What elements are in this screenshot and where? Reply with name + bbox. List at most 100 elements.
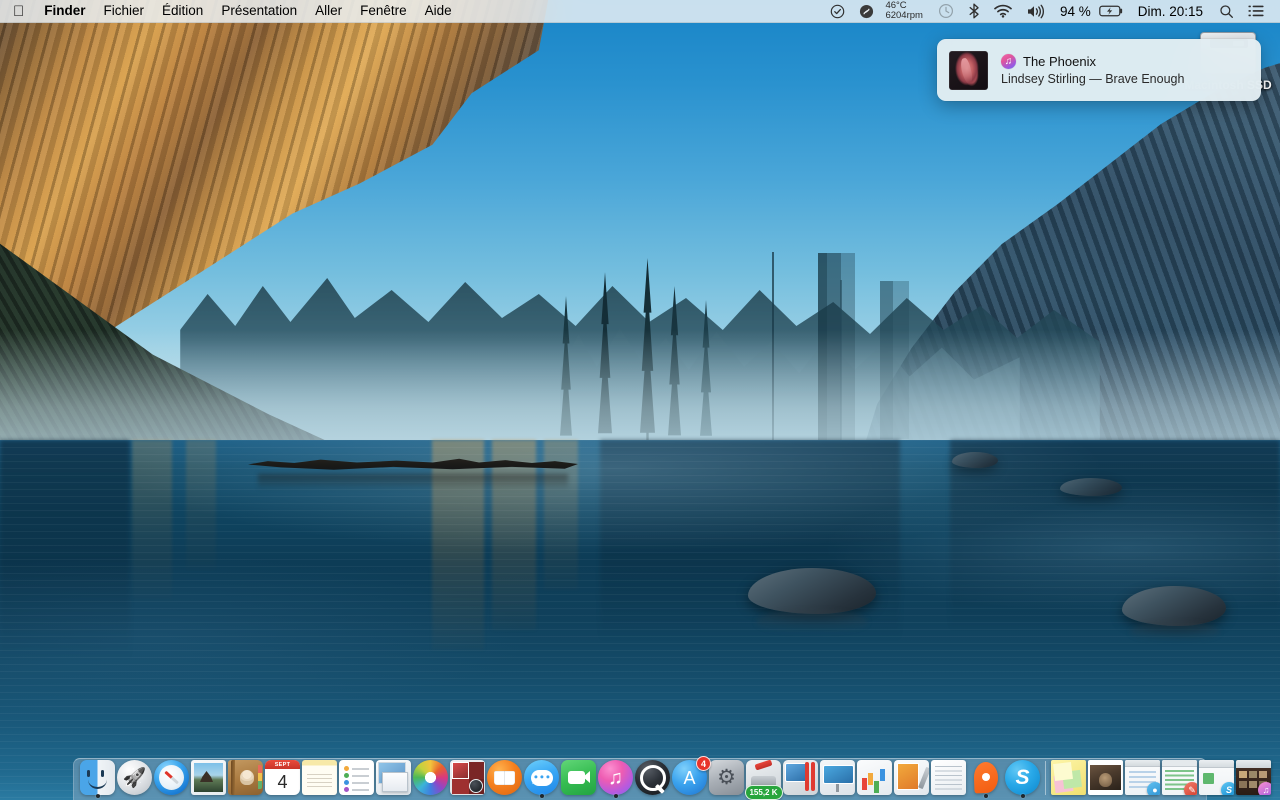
messages-dots-glyph: [539, 775, 544, 779]
checkmark-circle-icon[interactable]: [823, 0, 852, 22]
running-indicator: [1020, 794, 1025, 798]
wallpaper-rock: [952, 452, 998, 468]
dock-item-skype[interactable]: S: [1004, 758, 1041, 799]
numbers-icon: [857, 760, 892, 795]
notification-center-icon[interactable]: [1241, 0, 1271, 22]
browser-window-thumbnail: ♫: [1236, 760, 1271, 795]
dock-item-ibooks[interactable]: [486, 758, 523, 799]
menu-bar-app-menus:  Finder Fichier Édition Présentation Al…: [0, 0, 461, 22]
mail-icon: [376, 760, 411, 795]
dock-minimized-list[interactable]: ✎: [1161, 758, 1198, 799]
itunes-icon: ♫: [598, 760, 633, 795]
dock-item-notes[interactable]: [301, 758, 338, 799]
ibooks-icon: [487, 760, 522, 795]
reminders-icon: [339, 760, 374, 795]
menu-bar:  Finder Fichier Édition Présentation Al…: [0, 0, 1280, 23]
calendar-month: SEPT: [265, 760, 300, 769]
dock-item-contacts[interactable]: [227, 758, 264, 799]
wallpaper-rock: [1122, 586, 1226, 626]
dock-minimized-stickies[interactable]: [1050, 758, 1087, 799]
dock-item-app-store[interactable]: A 4: [671, 756, 711, 799]
running-indicator: [95, 794, 100, 798]
shazam-icon[interactable]: [852, 0, 881, 22]
dock-minimized-web[interactable]: S: [1198, 758, 1235, 799]
facetime-icon: [561, 760, 596, 795]
running-indicator: [613, 794, 618, 798]
preview-icon: [191, 760, 226, 795]
dock-minimized-photo[interactable]: [1087, 758, 1124, 799]
launchpad-icon: [117, 760, 152, 795]
pages-icon: [894, 760, 929, 795]
dock-item-reminders[interactable]: [338, 758, 375, 799]
photo-window-thumbnail: [1088, 760, 1123, 795]
safari-icon: [154, 760, 189, 795]
menu-bar-clock[interactable]: Dim. 20:15: [1131, 4, 1212, 19]
dock-item-numbers[interactable]: [856, 758, 893, 799]
dock-item-cleanmymac[interactable]: 155,2 K: [744, 758, 783, 800]
wallpaper-rock-reflection: [756, 610, 868, 634]
dock-item-finder[interactable]: [79, 758, 116, 799]
menu-bar-status-items: 46°C 6204rpm 94 % Dim. 20:15: [823, 0, 1280, 22]
dock-item-pages[interactable]: [893, 758, 930, 799]
menu-item-aller[interactable]: Aller: [306, 0, 351, 22]
list-window-thumbnail: ✎: [1162, 760, 1197, 795]
volume-icon[interactable]: [1019, 0, 1053, 22]
dock-item-safari[interactable]: [153, 758, 190, 799]
dock-item-parallels[interactable]: [782, 758, 819, 799]
notebook-icon: [931, 760, 966, 795]
time-machine-icon[interactable]: [931, 0, 961, 22]
spotlight-search-icon[interactable]: [1212, 0, 1241, 22]
dock-item-mail[interactable]: [375, 758, 412, 799]
skype-icon: S: [1005, 760, 1040, 795]
dock-item-iphoto[interactable]: [449, 758, 486, 799]
app-store-update-badge: 4: [696, 756, 711, 771]
dock-minimized-document[interactable]: ●: [1124, 758, 1161, 799]
dock-item-calendar[interactable]: SEPT 4: [264, 758, 301, 799]
dock-minimized-browser[interactable]: ♫: [1235, 758, 1272, 799]
dock-item-preview[interactable]: [190, 758, 227, 799]
dock-item-facetime[interactable]: [560, 758, 597, 799]
bluetooth-icon[interactable]: [961, 0, 987, 22]
skype-badge-icon: S: [1221, 782, 1234, 795]
dock-item-itunes[interactable]: ♫: [597, 758, 634, 799]
desktop-wallpaper[interactable]: [0, 0, 1280, 800]
apple-logo-icon[interactable]: : [0, 0, 35, 22]
menu-item-fenetre[interactable]: Fenêtre: [351, 0, 416, 22]
dock-item-system-preferences[interactable]: ⚙: [708, 758, 745, 799]
fan-speed: 6204rpm: [885, 10, 923, 21]
battery-charging-icon[interactable]: [1098, 0, 1131, 22]
temperature-fan-monitor[interactable]: 46°C 6204rpm: [881, 0, 931, 22]
menu-item-edition[interactable]: Édition: [153, 0, 212, 22]
wifi-icon[interactable]: [987, 0, 1019, 22]
dock-item-launchpad[interactable]: [116, 758, 153, 799]
dock-item-notebook[interactable]: [930, 758, 967, 799]
dock-item-quicktime[interactable]: [634, 758, 671, 799]
messages-icon: [524, 760, 559, 795]
iphoto-icon: [450, 760, 485, 795]
notification-content: ♫ The Phoenix Lindsey Stirling — Brave E…: [1001, 54, 1184, 86]
stickies-window-thumbnail: [1051, 760, 1086, 795]
dock-item-origin[interactable]: [967, 758, 1004, 799]
itunes-icon: ♫: [1001, 54, 1016, 69]
dock-item-messages[interactable]: [523, 758, 560, 799]
running-indicator: [983, 794, 988, 798]
dock-item-photos[interactable]: [412, 758, 449, 799]
dock-divider: [1045, 761, 1046, 795]
cleanmymac-size-badge: 155,2 K: [744, 785, 783, 800]
menu-item-presentation[interactable]: Présentation: [212, 0, 306, 22]
photos-icon: [413, 760, 448, 795]
menu-item-fichier[interactable]: Fichier: [95, 0, 154, 22]
app-badge-icon: ●: [1147, 782, 1160, 795]
notification-banner[interactable]: ♫ The Phoenix Lindsey Stirling — Brave E…: [937, 39, 1261, 101]
keynote-icon: [820, 760, 855, 795]
system-preferences-icon: ⚙: [709, 760, 744, 795]
parallels-icon: [783, 760, 818, 795]
menu-item-aide[interactable]: Aide: [416, 0, 461, 22]
dock-item-keynote[interactable]: [819, 758, 856, 799]
contacts-avatar-glyph: [240, 770, 254, 785]
battery-percentage[interactable]: 94 %: [1053, 0, 1098, 22]
menu-item-finder[interactable]: Finder: [35, 0, 94, 22]
notification-subtitle: Lindsey Stirling — Brave Enough: [1001, 72, 1185, 86]
calendar-day: 4: [277, 772, 288, 792]
app-badge-icon: ✎: [1184, 782, 1197, 795]
